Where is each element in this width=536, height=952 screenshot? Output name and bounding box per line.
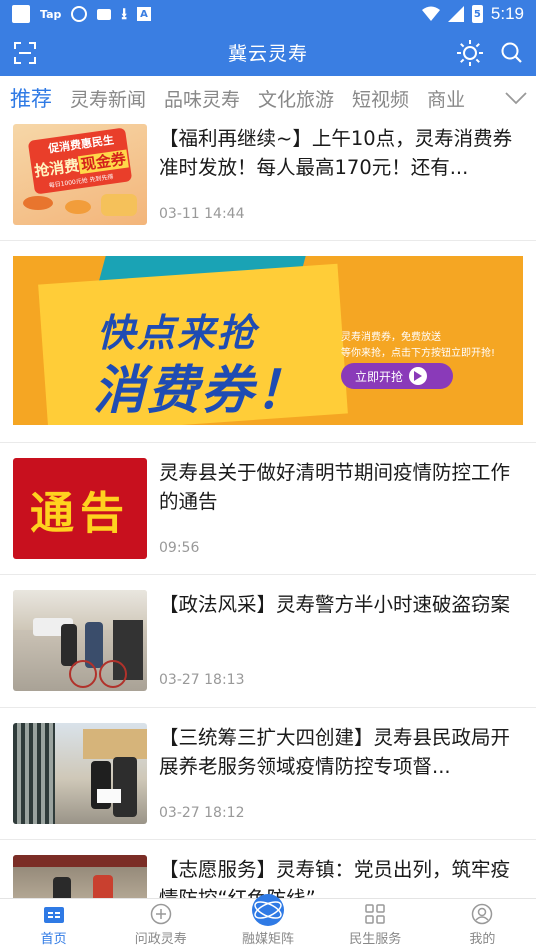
- news-item[interactable]: 【政法风采】灵寿警方半小时速破盗窃案 03-27 18:13: [0, 575, 536, 708]
- news-time: 03-27 18:12: [159, 805, 245, 821]
- banner-headline-2: 消费券！: [93, 361, 310, 421]
- tab-local-news[interactable]: 灵寿新闻: [70, 85, 146, 112]
- app-title: 冀云灵寿: [227, 42, 308, 65]
- home-icon: [43, 907, 64, 923]
- news-time: 09:56: [159, 540, 200, 556]
- nav-home[interactable]: 首页: [0, 899, 107, 952]
- coupon-banner[interactable]: 快点来抢 消费券！ 灵寿消费券，免费放送 等你来抢，点击下方按钮立即开抢! 立即…: [13, 256, 523, 425]
- nav-inquiry[interactable]: 问政灵寿: [107, 899, 214, 952]
- news-title: 灵寿县关于做好清明节期间疫情防控工作的通告: [159, 461, 511, 513]
- news-feed: 促消费惠民生 抢消费现金券 每日1000元抢 先到先得 【福利再继续~】上午10…: [0, 120, 536, 898]
- tap-app-icon: Tap: [40, 7, 62, 21]
- app-bar: 冀云灵寿: [0, 28, 536, 76]
- search-icon[interactable]: [500, 41, 524, 65]
- news-title: 【志愿服务】灵寿镇：党员出列，筑牢疫情防控“红色防线”: [159, 858, 511, 898]
- mail-icon: [97, 8, 112, 20]
- profile-icon: [472, 903, 493, 925]
- wifi-icon: [421, 6, 440, 21]
- coupon-thumbnail: 促消费惠民生 抢消费现金券 每日1000元抢 先到先得: [13, 124, 147, 225]
- volunteer-photo-thumbnail: [13, 855, 147, 898]
- grab-now-button[interactable]: 立即开抢: [341, 363, 453, 389]
- nav-media-matrix[interactable]: 融媒矩阵: [214, 894, 321, 952]
- news-item[interactable]: 促消费惠民生 抢消费现金券 每日1000元抢 先到先得 【福利再继续~】上午10…: [0, 120, 536, 241]
- news-title: 【福利再继续~】上午10点，灵寿消费券准时发放！每人最高170元！还有...: [159, 127, 513, 179]
- status-bar: Tap ⭳ A 5 5:19: [0, 0, 536, 28]
- news-item[interactable]: 【志愿服务】灵寿镇：党员出列，筑牢疫情防控“红色防线”: [0, 840, 536, 898]
- category-tabs: 推荐 灵寿新闻 品味灵寿 文化旅游 短视频 商业: [0, 76, 536, 120]
- tab-taste[interactable]: 品味灵寿: [164, 85, 240, 112]
- banner-desc-1: 灵寿消费券，免费放送: [341, 332, 441, 343]
- notification-icon: [12, 5, 30, 23]
- notice-thumbnail: 通告: [13, 458, 147, 559]
- scan-icon[interactable]: [14, 42, 36, 64]
- promo-banner-item[interactable]: 快点来抢 消费券！ 灵寿消费券，免费放送 等你来抢，点击下方按钮立即开抢! 立即…: [0, 241, 536, 442]
- clock: 5:19: [490, 4, 524, 23]
- news-time: 03-27 18:13: [159, 672, 245, 688]
- chevron-down-icon: [505, 92, 527, 105]
- inspection-photo-thumbnail: [13, 723, 147, 824]
- news-time: 03-11 14:44: [159, 206, 245, 222]
- news-title: 【政法风采】灵寿警方半小时速破盗窃案: [159, 593, 511, 616]
- play-icon: [409, 367, 428, 385]
- battery-icon: 5: [471, 5, 483, 23]
- banner-desc-2: 等你来抢，点击下方按钮立即开抢!: [341, 348, 496, 359]
- grid-icon: [365, 904, 385, 924]
- nav-services[interactable]: 民生服务: [322, 899, 429, 952]
- globe-icon: [252, 894, 284, 926]
- news-item[interactable]: 通告 灵寿县关于做好清明节期间疫情防控工作的通告 09:56: [0, 442, 536, 575]
- tab-short-video[interactable]: 短视频: [352, 85, 409, 112]
- a-app-icon: A: [137, 7, 151, 21]
- download-icon: ⭳: [121, 4, 127, 23]
- news-title: 【三统筹三扩大四创建】灵寿县民政局开展养老服务领域疫情防控专项督...: [159, 726, 511, 778]
- brightness-icon[interactable]: [456, 39, 484, 67]
- plus-circle-icon: [150, 903, 172, 925]
- news-item[interactable]: 【三统筹三扩大四创建】灵寿县民政局开展养老服务领域疫情防控专项督... 03-2…: [0, 708, 536, 840]
- tab-culture-travel[interactable]: 文化旅游: [258, 85, 334, 112]
- police-photo-thumbnail: [13, 590, 147, 691]
- bottom-navigation: 首页 问政灵寿 融媒矩阵 民生服务 我的: [0, 894, 536, 952]
- signal-icon: [447, 6, 464, 22]
- tab-more-button[interactable]: [496, 76, 536, 120]
- tab-recommend[interactable]: 推荐: [10, 83, 52, 113]
- nav-profile[interactable]: 我的: [429, 899, 536, 952]
- aperture-icon: [71, 6, 88, 22]
